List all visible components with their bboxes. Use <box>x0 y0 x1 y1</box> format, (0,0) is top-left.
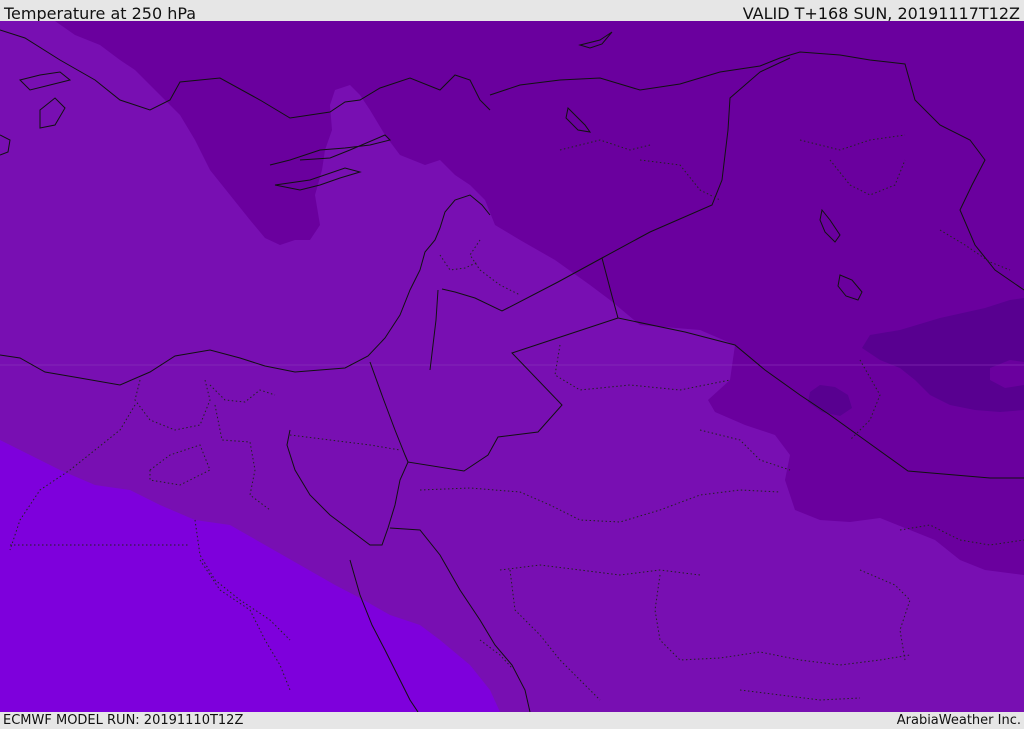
map-frame: Temperature at 250 hPa VALID T+168 SUN, … <box>0 0 1024 729</box>
title-bar: Temperature at 250 hPa VALID T+168 SUN, … <box>0 0 1024 23</box>
model-run-label: ECMWF MODEL RUN: 20191110T12Z <box>3 713 244 728</box>
temperature-map <box>0 21 1024 712</box>
footer-bar: ECMWF MODEL RUN: 20191110T12Z ArabiaWeat… <box>0 712 1024 729</box>
credit-label: ArabiaWeather Inc. <box>896 713 1021 728</box>
